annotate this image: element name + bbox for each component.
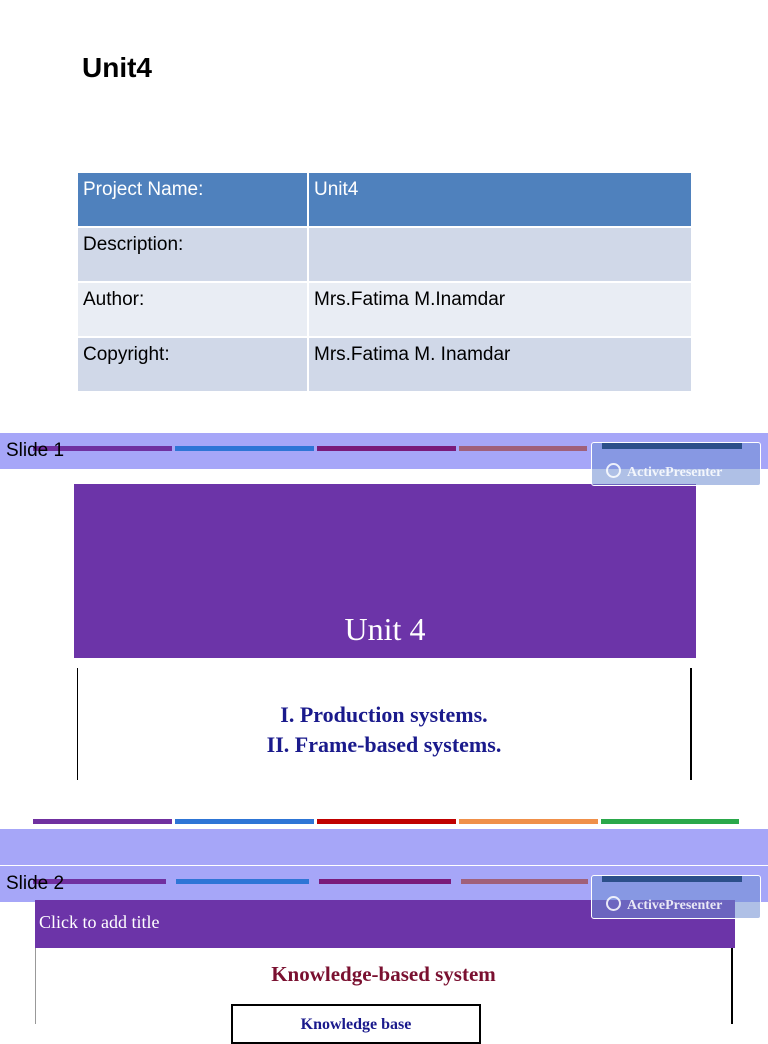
slide-1-title: Unit 4 [344, 611, 426, 647]
watermark-text: ActivePresenter [627, 898, 723, 913]
decor-stripe [459, 446, 587, 451]
slide-1-item: I. Production systems. [280, 702, 488, 727]
table-cell-label: Author: [78, 282, 309, 337]
activepresenter-logo-icon [606, 463, 621, 478]
watermark-text: ActivePresenter [627, 465, 723, 480]
slide-1-body: I. Production systems. II. Frame-based s… [77, 668, 692, 780]
table-cell-label: Project Name: [78, 173, 309, 227]
table-row: Description: [78, 227, 691, 282]
table-cell-value: Mrs.Fatima M. Inamdar [308, 337, 691, 392]
table-row: Copyright: Mrs.Fatima M. Inamdar [78, 337, 691, 392]
slide-2-heading: Knowledge-based system [271, 962, 496, 986]
decor-stripe [461, 879, 588, 884]
activepresenter-logo-icon [606, 896, 621, 911]
slide-2-label: Slide 2 [6, 873, 65, 894]
table-cell-label: Description: [78, 227, 309, 282]
decor-stripe [176, 879, 309, 884]
table-row: Author: Mrs.Fatima M.Inamdar [78, 282, 691, 337]
knowledge-base-box: Knowledge base [231, 1004, 481, 1044]
table-cell-label: Copyright: [78, 337, 309, 392]
decor-stripe [317, 446, 456, 451]
activepresenter-watermark: ActivePresenter [591, 875, 761, 919]
table-cell-value: Mrs.Fatima M.Inamdar [308, 282, 691, 337]
table-cell-value [308, 227, 691, 282]
decor-stripe [175, 819, 314, 824]
decor-stripe [319, 879, 451, 884]
slide-gap-band [0, 829, 768, 865]
slide-1-item: II. Frame-based systems. [266, 732, 502, 757]
table-row: Project Name: Unit4 [78, 173, 691, 227]
decor-stripe [601, 819, 739, 824]
slide-2-title-placeholder: Click to add title [39, 912, 160, 932]
decor-stripe [33, 819, 172, 824]
slide-1-title-area: Unit 4 [74, 484, 696, 658]
page-title: Unit4 [82, 52, 152, 83]
decor-stripe [317, 819, 456, 824]
table-cell-value: Unit4 [308, 173, 691, 227]
slide-1-label: Slide 1 [6, 440, 65, 461]
decor-stripe [175, 446, 314, 451]
project-info-table: Project Name: Unit4 Description: Author:… [78, 173, 691, 393]
decor-stripe [459, 819, 598, 824]
activepresenter-watermark: ActivePresenter [591, 442, 761, 486]
slide-2-body: Knowledge-based system Knowledge base [35, 948, 733, 1044]
